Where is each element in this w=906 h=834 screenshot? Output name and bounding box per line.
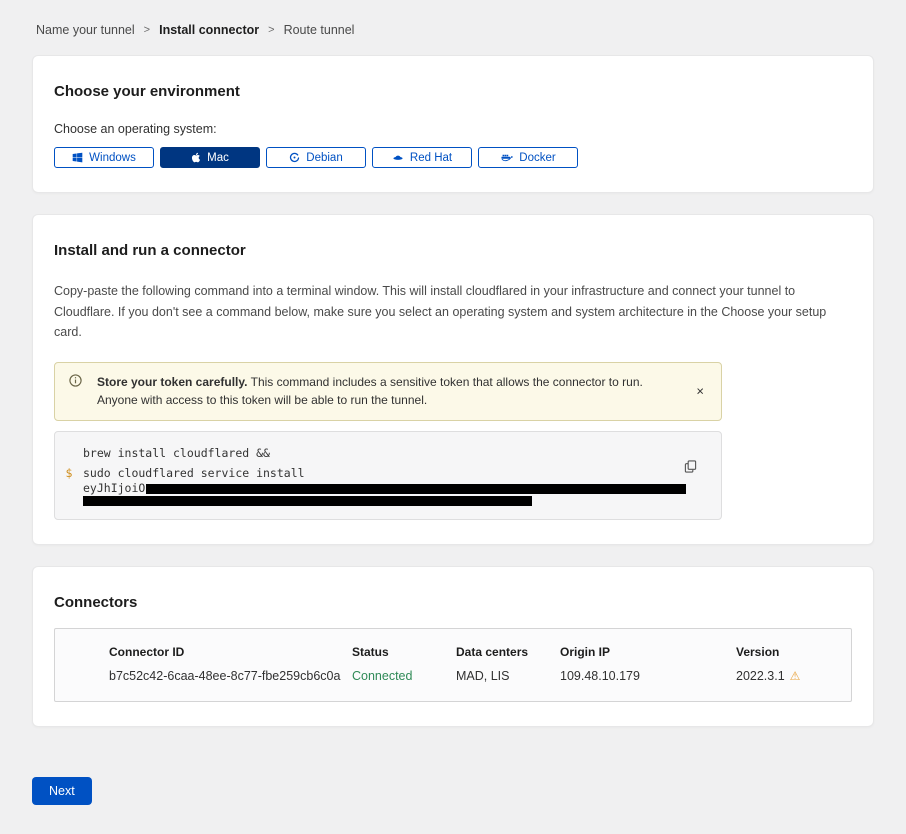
col-header-connector-id: Connector ID [109, 645, 352, 669]
breadcrumb-install-connector[interactable]: Install connector [159, 23, 259, 37]
os-button-mac[interactable]: Mac [160, 147, 260, 168]
install-connector-card: Install and run a connector Copy-paste t… [32, 214, 874, 545]
connectors-card: Connectors Connector ID Status Data cent… [32, 566, 874, 727]
col-header-origin-ip: Origin IP [560, 645, 736, 669]
docker-icon [500, 152, 513, 163]
os-button-label: Mac [207, 152, 229, 164]
close-icon[interactable]: × [692, 383, 708, 400]
col-header-version: Version [736, 645, 841, 669]
breadcrumb-route-tunnel[interactable]: Route tunnel [284, 23, 355, 37]
origin-ip-value: 109.48.10.179 [560, 669, 736, 683]
environment-card: Choose your environment Choose an operat… [32, 55, 874, 193]
terminal-line-1: brew install cloudflared && [55, 443, 721, 463]
connectors-title: Connectors [54, 594, 852, 611]
table-row: b7c52c42-6caa-48ee-8c77-fbe259cb6c0a Con… [109, 669, 841, 683]
terminal-command-text: brew install cloudflared && [83, 443, 270, 463]
dollar-prompt: $ [55, 463, 83, 483]
terminal-command-block: brew install cloudflared && $ sudo cloud… [54, 431, 722, 520]
next-button[interactable]: Next [32, 777, 92, 805]
warning-bold-text: Store your token carefully. [97, 375, 248, 389]
breadcrumb: Name your tunnel > Install connector > R… [0, 0, 906, 55]
breadcrumb-separator: > [268, 24, 274, 36]
connectors-table: Connector ID Status Data centers Origin … [54, 628, 852, 702]
terminal-line-2: $ sudo cloudflared service install [55, 463, 721, 483]
redacted-token-bar [146, 484, 686, 494]
token-prefix-text: eyJhIjoiO [83, 483, 145, 494]
terminal-command-text: sudo cloudflared service install [83, 463, 305, 483]
os-button-docker[interactable]: Docker [478, 147, 578, 168]
windows-icon [72, 152, 83, 163]
token-warning-banner: Store your token carefully. This command… [54, 362, 722, 421]
os-button-redhat[interactable]: Red Hat [372, 147, 472, 168]
install-connector-title: Install and run a connector [54, 242, 852, 259]
terminal-token-line: eyJhIjoiO [55, 483, 721, 494]
os-button-label: Docker [519, 152, 555, 164]
os-button-windows[interactable]: Windows [54, 147, 154, 168]
version-value: 2022.3.1 [736, 669, 785, 683]
breadcrumb-name-your-tunnel[interactable]: Name your tunnel [36, 23, 135, 37]
connector-id-value: b7c52c42-6caa-48ee-8c77-fbe259cb6c0a [109, 669, 352, 683]
environment-card-title: Choose your environment [54, 83, 852, 100]
redacted-token-bar [83, 496, 532, 506]
version-value-wrap: 2022.3.1 ⚠ [736, 669, 841, 683]
redhat-icon [392, 152, 404, 163]
data-centers-value: MAD, LIS [456, 669, 560, 683]
footer: Next [0, 748, 906, 834]
col-header-status: Status [352, 645, 456, 669]
os-button-label: Debian [306, 152, 342, 164]
col-header-data-centers: Data centers [456, 645, 560, 669]
os-button-label: Windows [89, 152, 136, 164]
install-connector-description: Copy-paste the following command into a … [54, 281, 849, 343]
terminal-token-line-2 [55, 494, 721, 506]
copy-icon[interactable] [682, 458, 699, 478]
os-button-label: Red Hat [410, 152, 452, 164]
status-badge: Connected [352, 669, 456, 683]
connectors-table-header: Connector ID Status Data centers Origin … [109, 645, 841, 669]
apple-icon [191, 152, 201, 163]
os-button-debian[interactable]: Debian [266, 147, 366, 168]
breadcrumb-separator: > [144, 24, 150, 36]
os-button-group: Windows Mac Debian Red Hat Docker [54, 147, 852, 168]
version-warning-icon: ⚠ [790, 670, 801, 682]
info-icon [69, 374, 82, 393]
debian-icon [289, 152, 300, 163]
os-select-label: Choose an operating system: [54, 122, 852, 136]
